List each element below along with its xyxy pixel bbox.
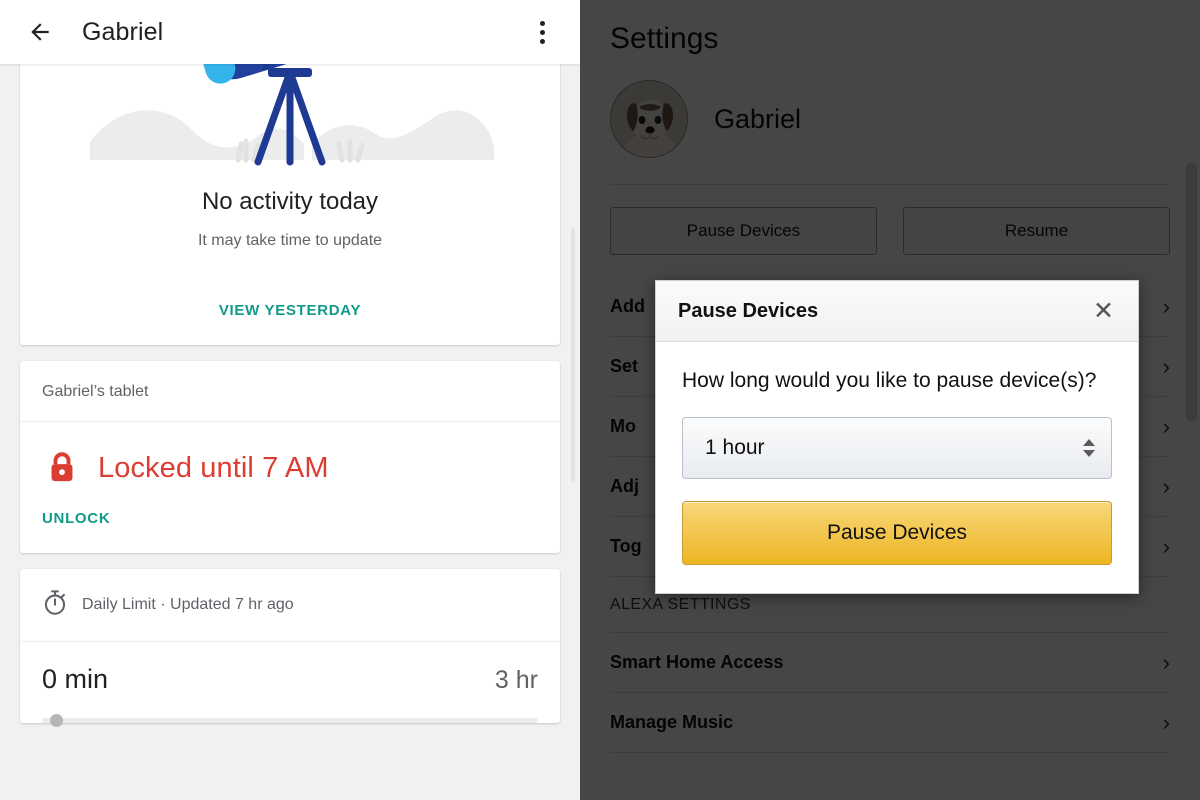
smart-home-access-item[interactable]: Smart Home Access ›	[610, 633, 1170, 693]
daily-limit-card: Daily Limit · Updated 7 hr ago 0 min 3 h…	[20, 569, 560, 727]
confirm-pause-devices-button[interactable]: Pause Devices	[682, 501, 1112, 566]
chevron-up-icon	[1083, 439, 1095, 447]
chevron-right-icon: ›	[1162, 473, 1170, 499]
settings-menu-label: Tog	[610, 536, 642, 556]
time-used-value: 0 min	[42, 664, 109, 694]
device-name-label: Gabriel’s tablet	[20, 361, 560, 422]
settings-menu-label: Mo	[610, 416, 636, 436]
chevron-down-icon	[1083, 450, 1095, 458]
profile-name: Gabriel	[714, 103, 802, 134]
overflow-menu-icon[interactable]	[520, 8, 564, 56]
no-activity-headline: No activity today	[201, 188, 379, 215]
manage-music-item[interactable]: Manage Music ›	[610, 693, 1170, 753]
daily-limit-header-text: Daily Limit · Updated 7 hr ago	[82, 596, 294, 613]
dot	[539, 20, 545, 26]
family-link-panel: Gabriel No activity today It may take ti…	[0, 0, 580, 800]
chevron-right-icon: ›	[1162, 709, 1170, 735]
close-icon[interactable]: ✕	[1091, 295, 1116, 328]
dialog-question: How long would you like to pause device(…	[682, 369, 1097, 392]
screenshot-root: Gabriel No activity today It may take ti…	[0, 0, 1200, 800]
avatar	[610, 80, 688, 158]
stopwatch-icon	[42, 589, 68, 621]
stepper-icon	[1083, 439, 1095, 458]
right-panel-scrollbar[interactable]	[1186, 163, 1197, 421]
chevron-right-icon: ›	[1162, 353, 1170, 379]
settings-menu-label: Add	[610, 296, 645, 316]
view-yesterday-button[interactable]: VIEW YESTERDAY	[20, 302, 560, 319]
page-title: Gabriel	[82, 17, 164, 46]
dot	[539, 29, 545, 35]
lock-icon	[42, 448, 82, 488]
device-card: Gabriel’s tablet Locked until 7 AM UNLOC…	[20, 361, 560, 553]
chevron-right-icon: ›	[1162, 649, 1170, 675]
chevron-right-icon: ›	[1162, 413, 1170, 439]
dot	[539, 38, 545, 44]
back-button[interactable]	[16, 8, 64, 56]
telescope-illustration	[20, 56, 560, 172]
settings-menu-label: Adj	[610, 476, 639, 496]
device-control-buttons: Pause Devices Resume	[610, 185, 1170, 255]
activity-card: No activity today It may take time to up…	[20, 56, 560, 345]
slider-track	[42, 718, 538, 723]
resume-button[interactable]: Resume	[903, 207, 1170, 255]
pause-devices-dialog: Pause Devices ✕ How long would you like …	[655, 280, 1139, 595]
duration-select[interactable]: 1 hour	[682, 417, 1112, 480]
left-scroll-area: No activity today It may take time to up…	[0, 56, 580, 792]
settings-title: Settings	[610, 22, 719, 55]
daily-limit-slider[interactable]	[42, 714, 538, 727]
chevron-right-icon: ›	[1162, 533, 1170, 559]
settings-menu-label: Set	[610, 356, 639, 376]
duration-select-value: 1 hour	[705, 436, 765, 460]
chevron-right-icon: ›	[1162, 293, 1170, 319]
dog-avatar-image	[611, 81, 687, 157]
daily-limit-header: Daily Limit · Updated 7 hr ago	[20, 569, 560, 642]
pause-devices-button[interactable]: Pause Devices	[610, 207, 877, 255]
no-activity-subtext: It may take time to update	[197, 232, 383, 249]
back-arrow-icon	[31, 23, 49, 41]
smart-home-access-label: Smart Home Access	[610, 652, 784, 672]
time-total-value: 3 hr	[494, 666, 538, 694]
dialog-title: Pause Devices	[678, 299, 819, 322]
dialog-body: How long would you like to pause device(…	[656, 342, 1138, 593]
unlock-button[interactable]: UNLOCK	[20, 488, 132, 553]
dialog-header: Pause Devices ✕	[656, 281, 1138, 342]
lock-status-text: Locked until 7 AM	[98, 451, 329, 484]
slider-thumb[interactable]	[50, 714, 63, 727]
left-panel-scrollbar[interactable]	[571, 228, 575, 482]
device-status-row: Locked until 7 AM	[20, 422, 560, 488]
daily-limit-values: 0 min 3 hr	[42, 664, 538, 695]
manage-music-label: Manage Music	[610, 712, 734, 732]
daily-limit-body: 0 min 3 hr	[20, 642, 560, 727]
profile-row[interactable]: Gabriel	[610, 70, 1170, 185]
left-app-bar: Gabriel	[0, 0, 580, 64]
